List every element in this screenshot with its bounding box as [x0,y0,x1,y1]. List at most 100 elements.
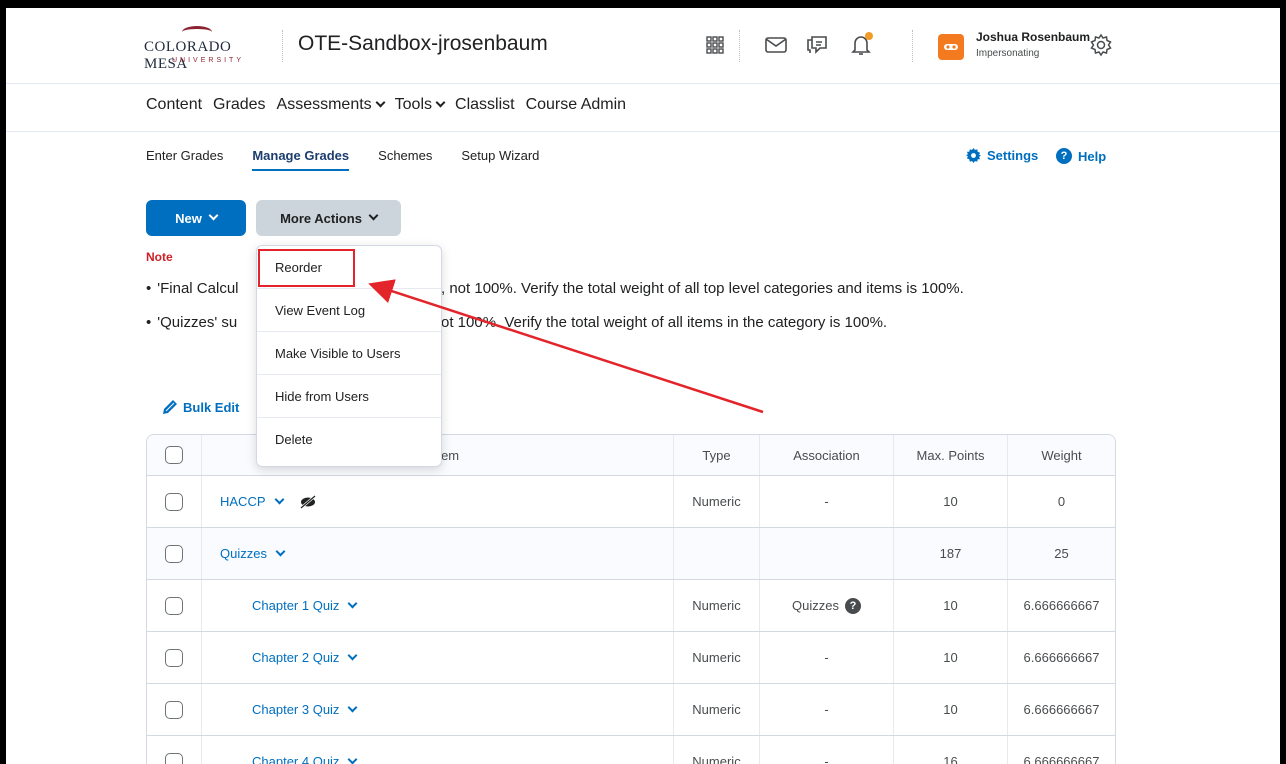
type-cell: Numeric [673,476,759,527]
help-icon[interactable]: ? [844,597,861,614]
nav-label: Grades [213,96,266,113]
row-checkbox-cell [147,736,201,764]
grade-item-link[interactable]: Chapter 3 Quiz [252,702,339,717]
header-association: Association [759,435,893,475]
grade-item-link[interactable]: Chapter 4 Quiz [252,754,339,764]
type-cell: Numeric [673,684,759,735]
max-points-cell: 10 [893,632,1007,683]
mail-icon[interactable] [761,30,791,60]
note-line-2: • 'Quizzes' su [146,314,238,331]
item-cell: Quizzes [201,528,673,579]
settings-label: Settings [987,148,1039,163]
avatar[interactable] [938,34,964,60]
select-all-cell [147,435,201,475]
chevron-down-icon [375,97,386,108]
chevron-down-icon[interactable] [347,650,358,660]
nav-label: Tools [394,96,433,113]
note-text: 'Quizzes' su [157,314,238,331]
association-text: Quizzes [792,598,839,613]
tab-schemes[interactable]: Schemes [378,148,432,171]
new-label: New [175,210,202,226]
header-separator [282,30,283,62]
select-all-checkbox[interactable] [165,446,183,464]
notification-dot [865,32,873,40]
bell-icon[interactable] [846,30,876,60]
chevron-down-icon[interactable] [275,546,286,556]
nav-label: Content [146,96,203,113]
tab-enter-grades[interactable]: Enter Grades [146,148,223,171]
nav-classlist[interactable]: Classlist [455,96,515,114]
max-points-cell: 187 [893,528,1007,579]
top-header: COLORADO MESA UNIVERSITY OTE-Sandbox-jro… [6,8,1280,84]
university-logo[interactable]: COLORADO MESA UNIVERSITY [144,26,268,72]
grade-category-link[interactable]: Quizzes [220,546,267,561]
nav-assessments[interactable]: Assessments [277,96,386,114]
header-separator [739,30,740,62]
apps-grid-icon[interactable] [700,30,730,60]
annotation-highlight-box [258,249,355,287]
association-cell [759,528,893,579]
type-cell: Numeric [673,632,759,683]
hidden-eye-icon [299,494,316,509]
association-cell: - [759,736,893,764]
row-checkbox[interactable] [165,700,183,719]
more-actions-button[interactable]: More Actions [256,200,401,236]
nav-course-admin[interactable]: Course Admin [526,96,627,114]
gear-icon [966,148,981,163]
weight-cell: 0 [1007,476,1115,527]
nav-label: Classlist [455,96,515,113]
bulk-edit-button[interactable]: Bulk Edit [162,399,239,415]
user-status: Impersonating [976,48,1040,59]
course-title[interactable]: OTE-Sandbox-jrosenbaum [298,32,548,56]
row-checkbox[interactable] [165,544,183,563]
grade-items-table: Item Type Association Max. Points Weight… [146,434,1116,764]
nav-content[interactable]: Content [146,96,202,114]
chat-icon[interactable] [802,30,832,60]
header-separator [912,30,913,62]
row-checkbox[interactable] [165,752,183,764]
logo-arc [182,26,212,38]
menu-item-make-visible[interactable]: Make Visible to Users [257,332,441,375]
grades-subtabs: Enter Grades Manage Grades Schemes Setup… [146,148,539,171]
row-checkbox[interactable] [165,492,183,511]
chevron-down-icon[interactable] [347,754,358,764]
item-cell: Chapter 3 Quiz [201,684,673,735]
help-link[interactable]: ? Help [1056,148,1106,164]
table-row: Chapter 1 Quiz Numeric Quizzes ? 10 6.66… [147,579,1115,631]
association-cell: - [759,476,893,527]
grade-item-link[interactable]: HACCP [220,494,266,509]
nav-grades[interactable]: Grades [213,96,265,114]
grade-item-link[interactable]: Chapter 1 Quiz [252,598,339,613]
item-cell: Chapter 2 Quiz [201,632,673,683]
table-row: Chapter 3 Quiz Numeric - 10 6.666666667 [147,683,1115,735]
chevron-down-icon[interactable] [274,494,284,504]
item-cell: Chapter 4 Quiz [201,736,673,764]
tab-manage-grades[interactable]: Manage Grades [252,148,349,171]
chevron-down-icon [435,97,446,108]
nav-tools[interactable]: Tools [394,96,446,114]
tab-setup-wizard[interactable]: Setup Wizard [461,148,539,171]
grade-item-link[interactable]: Chapter 2 Quiz [252,650,339,665]
item-cell: Chapter 1 Quiz [201,580,673,631]
more-actions-label: More Actions [280,210,362,226]
row-checkbox[interactable] [165,648,183,667]
menu-item-hide-from-users[interactable]: Hide from Users [257,375,441,418]
menu-item-view-event-log[interactable]: View Event Log [257,289,441,332]
chevron-down-icon[interactable] [347,598,358,608]
settings-link[interactable]: Settings [966,148,1038,163]
gear-icon[interactable] [1086,30,1116,60]
new-button[interactable]: New [146,200,246,236]
row-checkbox-cell [147,528,201,579]
menu-item-delete[interactable]: Delete [257,418,441,461]
row-checkbox[interactable] [165,596,183,615]
user-name[interactable]: Joshua Rosenbaum [976,30,1090,44]
table-row-category: Quizzes 187 25 [147,527,1115,579]
chevron-down-icon [208,210,219,221]
type-cell: Numeric [673,736,759,764]
row-checkbox-cell [147,684,201,735]
nav-label: Course Admin [525,96,627,113]
help-label: Help [1078,148,1107,164]
chevron-down-icon [368,210,379,221]
note-line-2-end: ot 100%. Verify the total weight of all … [441,314,888,331]
chevron-down-icon[interactable] [347,702,358,712]
